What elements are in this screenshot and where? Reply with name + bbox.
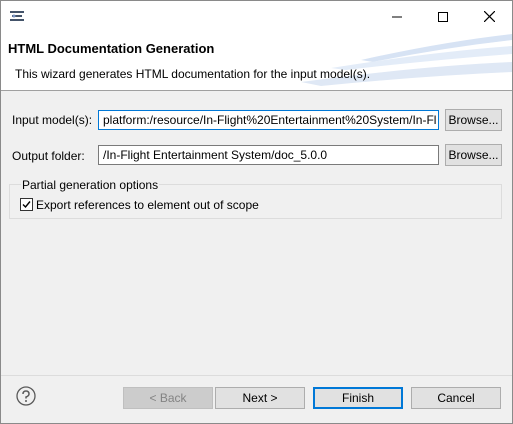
help-icon[interactable] [16,386,36,406]
close-button[interactable] [466,1,512,32]
input-model-field[interactable]: platform:/resource/In-Flight%20Entertain… [98,110,439,130]
wizard-title: HTML Documentation Generation [8,41,215,56]
wizard-app-icon [10,11,24,21]
title-bar[interactable] [1,1,512,32]
checkmark-icon [22,201,31,209]
cancel-button[interactable]: Cancel [411,387,501,409]
wizard-description: This wizard generates HTML documentation… [15,67,371,81]
partial-generation-title: Partial generation options [21,178,160,192]
wizard-window: HTML Documentation Generation This wizar… [0,0,513,424]
finish-button[interactable]: Finish [313,387,403,409]
close-icon [483,11,495,22]
maximize-icon [438,11,448,22]
export-references-label[interactable]: Export references to element out of scop… [36,198,259,212]
browse-input-button[interactable]: Browse... [445,109,502,131]
export-references-checkbox[interactable] [20,198,33,211]
wizard-banner: HTML Documentation Generation This wizar… [1,32,512,90]
minimize-button[interactable] [374,1,420,32]
input-model-label: Input model(s): [12,113,93,127]
maximize-button[interactable] [420,1,466,32]
browse-output-button[interactable]: Browse... [445,144,502,166]
footer-separator [1,375,512,376]
back-button[interactable]: < Back [123,387,213,409]
output-folder-field[interactable]: /In-Flight Entertainment System/doc_5.0.… [98,145,439,165]
banner-separator [1,90,512,91]
minimize-icon [392,16,402,17]
next-button[interactable]: Next > [215,387,305,409]
output-folder-label: Output folder: [12,149,85,163]
